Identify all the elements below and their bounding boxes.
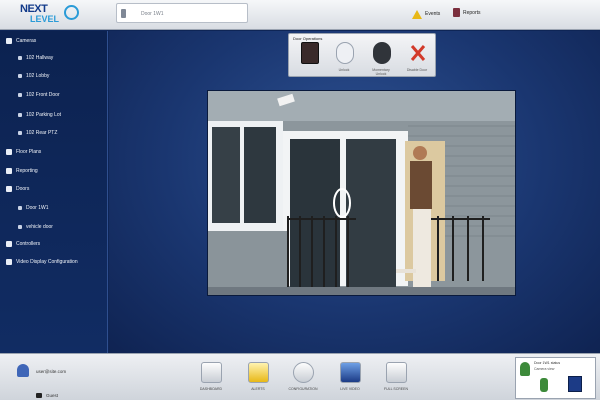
bullet-icon bbox=[18, 206, 22, 210]
user-panel: user@site.com Guest bbox=[6, 359, 98, 399]
sidebar-item-label: 102 Parking Lot bbox=[26, 112, 62, 118]
alerts-button[interactable]: ALERTS bbox=[240, 362, 276, 398]
report-icon bbox=[453, 8, 460, 17]
tree-icon bbox=[520, 362, 530, 376]
sidebar-item-camera[interactable]: 102 Parking Lot bbox=[18, 109, 61, 121]
bottom-bar: user@site.com Guest DASHBOARD ALERTS CON… bbox=[0, 353, 600, 400]
sidebar-item-floor-plans[interactable]: Floor Plans bbox=[6, 146, 41, 158]
fullscreen-icon bbox=[386, 362, 407, 383]
momentary-unlock-button[interactable]: Momentary Unlock bbox=[367, 40, 395, 76]
lock-icon bbox=[36, 393, 42, 398]
door-icon bbox=[6, 186, 12, 192]
sidebar-item-camera[interactable]: 102 Rear PTZ bbox=[18, 127, 57, 139]
reports-label: Reports bbox=[463, 9, 481, 16]
live-video-caption: LIVE VIDEO bbox=[340, 387, 360, 391]
floorplan-icon bbox=[6, 149, 12, 155]
alert-icon bbox=[248, 362, 269, 383]
live-video-button[interactable]: LIVE VIDEO bbox=[332, 362, 368, 398]
main-area: Door Operations Unlock Momentary Unlock … bbox=[109, 31, 600, 353]
dashboard-button[interactable]: DASHBOARD bbox=[193, 362, 229, 398]
camera-frame-image bbox=[208, 91, 515, 295]
camera-icon bbox=[6, 38, 12, 44]
bullet-icon bbox=[18, 56, 22, 60]
mini-subtitle: Camera view bbox=[534, 367, 555, 371]
events-label: Events bbox=[425, 11, 441, 17]
user-email: user@site.com bbox=[36, 369, 67, 374]
disable-door-button[interactable]: Disable Door bbox=[403, 40, 431, 74]
configuration-icon bbox=[293, 362, 314, 383]
report-icon bbox=[6, 168, 12, 174]
app-logo: NEXT LEVEL bbox=[6, 2, 82, 28]
door-reader-button[interactable] bbox=[295, 40, 323, 74]
logo-text-bottom: LEVEL bbox=[30, 14, 60, 24]
live-video-icon bbox=[340, 362, 361, 383]
camera-video-feed[interactable] bbox=[207, 90, 516, 296]
sidebar-item-label: 102 Hallway bbox=[26, 55, 54, 61]
bullet-icon bbox=[18, 131, 22, 135]
sidebar-item-doors[interactable]: Doors bbox=[6, 183, 29, 195]
sidebar: Cameras 102 Hallway 102 Lobby 102 Front … bbox=[0, 31, 108, 353]
sidebar-item-label: Reporting bbox=[16, 168, 38, 174]
person-icon bbox=[540, 378, 548, 392]
sidebar-item-camera[interactable]: 102 Front Door bbox=[18, 89, 60, 101]
alerts-caption: ALERTS bbox=[251, 387, 265, 391]
sidebar-item-label: vehicle door bbox=[26, 224, 53, 230]
sidebar-item-label: 102 Front Door bbox=[26, 92, 60, 98]
screen-icon bbox=[568, 376, 582, 392]
door-reader-icon bbox=[301, 42, 319, 64]
sidebar-item-video-display[interactable]: Video Display Configuration bbox=[6, 256, 78, 268]
logo-ring-icon bbox=[64, 5, 79, 20]
disable-icon bbox=[410, 45, 426, 61]
configuration-button[interactable]: CONFIGURATION bbox=[285, 362, 321, 398]
bullet-icon bbox=[18, 93, 22, 97]
sidebar-item-door[interactable]: Door 1W1 bbox=[18, 202, 49, 214]
bullet-icon bbox=[18, 113, 22, 117]
sidebar-item-label: Controllers bbox=[16, 241, 41, 247]
configuration-caption: CONFIGURATION bbox=[288, 387, 318, 391]
sidebar-item-controllers[interactable]: Controllers bbox=[6, 238, 40, 250]
reports-button[interactable]: Reports bbox=[453, 8, 481, 17]
sidebar-item-label: Video Display Configuration bbox=[16, 259, 78, 265]
disable-door-caption: Disable Door bbox=[406, 68, 428, 72]
bullet-icon bbox=[18, 225, 22, 229]
sidebar-item-label: Floor Plans bbox=[16, 149, 42, 155]
top-bar: NEXT LEVEL Door 1W1 Events Reports bbox=[0, 0, 600, 30]
fullscreen-button[interactable]: FULL SCREEN bbox=[378, 362, 414, 398]
momentary-unlock-icon bbox=[373, 42, 391, 64]
sidebar-item-camera[interactable]: 102 Lobby bbox=[18, 70, 49, 82]
mini-title: Door 1W1 status bbox=[534, 361, 561, 365]
sidebar-item-door[interactable]: vehicle door bbox=[18, 221, 53, 233]
user-name: Guest bbox=[46, 393, 59, 398]
fullscreen-caption: FULL SCREEN bbox=[384, 387, 408, 391]
sidebar-item-cameras[interactable]: Cameras bbox=[6, 35, 36, 47]
display-icon bbox=[6, 259, 12, 265]
door-operations-panel: Door Operations Unlock Momentary Unlock … bbox=[288, 33, 436, 77]
sidebar-item-label: Cameras bbox=[16, 38, 37, 44]
unlock-caption: Unlock bbox=[338, 68, 350, 72]
sidebar-item-reporting[interactable]: Reporting bbox=[6, 165, 38, 177]
events-button[interactable]: Events bbox=[412, 8, 440, 20]
mini-status-panel[interactable]: Door 1W1 status Camera view bbox=[515, 357, 596, 399]
sidebar-item-label: Door 1W1 bbox=[26, 205, 49, 211]
sidebar-item-label: 102 Lobby bbox=[26, 73, 50, 79]
unlock-button[interactable]: Unlock bbox=[330, 40, 358, 74]
warning-icon bbox=[412, 9, 422, 19]
unlock-icon bbox=[336, 42, 354, 64]
sidebar-item-camera[interactable]: 102 Hallway bbox=[18, 52, 53, 64]
search-placeholder: Door 1W1 bbox=[141, 11, 164, 17]
sidebar-item-label: Doors bbox=[16, 186, 30, 192]
momentary-unlock-caption: Momentary Unlock bbox=[372, 68, 390, 76]
dashboard-caption: DASHBOARD bbox=[199, 387, 223, 391]
controller-icon bbox=[6, 241, 12, 247]
dashboard-icon bbox=[201, 362, 222, 383]
search-input[interactable]: Door 1W1 bbox=[116, 3, 248, 23]
user-avatar-icon bbox=[17, 364, 29, 377]
phone-icon bbox=[121, 9, 126, 18]
sidebar-item-label: 102 Rear PTZ bbox=[26, 130, 58, 136]
bullet-icon bbox=[18, 74, 22, 78]
